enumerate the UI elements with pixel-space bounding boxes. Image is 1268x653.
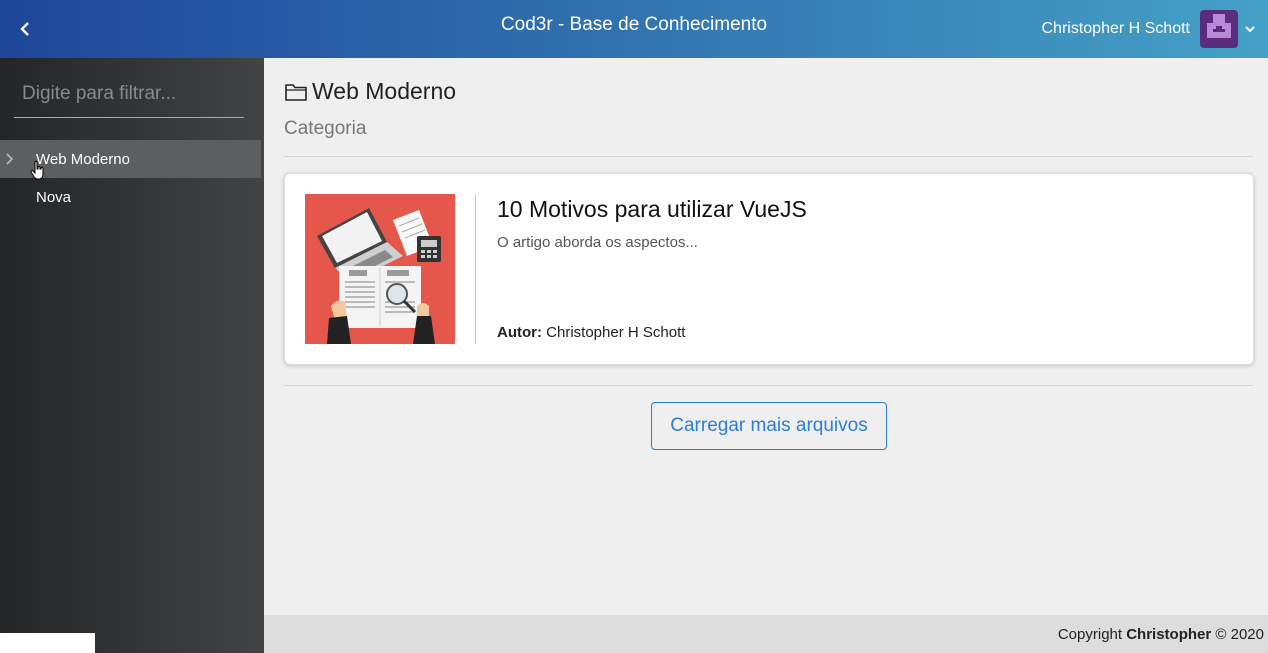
chevron-right-icon[interactable] bbox=[4, 152, 16, 166]
author-label: Autor: bbox=[497, 324, 542, 341]
article-image bbox=[305, 194, 455, 344]
copyright-text: Copyright Christopher © 2020 bbox=[1058, 626, 1264, 643]
article-description: O artigo aborda os aspectos... bbox=[497, 234, 698, 251]
load-more-button[interactable]: Carregar mais arquivos bbox=[651, 402, 887, 450]
blank-area bbox=[0, 633, 95, 653]
user-name: Christopher H Schott bbox=[1041, 20, 1190, 37]
folder-icon bbox=[285, 83, 307, 101]
search-input[interactable] bbox=[22, 80, 267, 108]
search-bar bbox=[14, 80, 267, 118]
page-title: Web Moderno bbox=[312, 78, 457, 104]
copyright-owner: Christopher bbox=[1126, 626, 1212, 643]
page-header: Web Moderno bbox=[284, 78, 456, 105]
main-content: Web Moderno Categoria 10 Motivos para ut… bbox=[264, 58, 1268, 615]
author-name: Christopher H Schott bbox=[546, 324, 686, 341]
category-tree: Web Moderno Nova bbox=[0, 140, 264, 216]
tree-item-label: Web Moderno bbox=[36, 150, 130, 168]
tree-item-nova[interactable]: Nova bbox=[0, 178, 261, 216]
divider bbox=[284, 156, 1253, 157]
divider bbox=[284, 385, 1253, 386]
sidebar: Web Moderno Nova bbox=[0, 58, 267, 653]
article-title: 10 Motivos para utilizar VueJS bbox=[497, 196, 807, 222]
card-divider bbox=[475, 194, 476, 344]
tree-item-label: Nova bbox=[36, 188, 72, 206]
copyright-label: Copyright bbox=[1057, 626, 1123, 643]
avatar bbox=[1200, 10, 1238, 48]
footer: Copyright Christopher © 2020 bbox=[264, 615, 1268, 653]
copyright-year: © 2020 bbox=[1215, 626, 1264, 643]
user-dropdown[interactable]: Christopher H Schott bbox=[1041, 0, 1268, 58]
tree-item-web-moderno[interactable]: Web Moderno bbox=[0, 140, 261, 180]
article-card[interactable]: 10 Motivos para utilizar VueJS O artigo … bbox=[284, 173, 1254, 365]
article-author: Autor: Christopher H Schott bbox=[497, 324, 685, 341]
app-header: Cod3r - Base de Conhecimento Christopher… bbox=[0, 0, 1268, 58]
page-subtitle: Categoria bbox=[284, 118, 367, 139]
chevron-down-icon bbox=[1245, 26, 1255, 33]
